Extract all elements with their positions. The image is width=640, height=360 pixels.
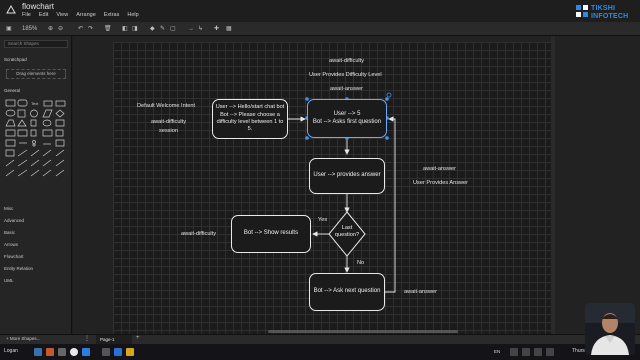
vertical-scrollbar[interactable] [551, 36, 555, 334]
edge-ask-next-to-ask-first [385, 116, 396, 293]
label-no[interactable]: No [357, 260, 364, 266]
window-title: flowchart [22, 2, 55, 11]
redo-icon[interactable]: ↷ [88, 24, 93, 34]
taskbar-user[interactable]: Logan [4, 348, 18, 354]
more-shapes-button[interactable]: + More Shapes... [6, 336, 40, 341]
category-arrows[interactable]: Arrows [4, 242, 18, 247]
selection-handle [385, 97, 389, 101]
label-await-answer-top[interactable]: await-answer [330, 86, 363, 92]
label-await-answer-right[interactable]: await-answer [423, 166, 456, 172]
drawio-app-icon [6, 5, 16, 14]
node-intro[interactable]: User --> Hello/start chat bot Bot --> Pl… [212, 99, 288, 139]
zoom-select[interactable]: 185% [22, 24, 46, 34]
label-await-answer-bottom[interactable]: await-answer [404, 289, 437, 295]
app-icon-1[interactable] [102, 348, 110, 356]
category-basic[interactable]: Basic [4, 230, 15, 235]
menu-bar: File Edit View Arrange Extras Help [22, 12, 139, 18]
table-icon[interactable]: ▦ [226, 24, 232, 34]
search-shapes-input[interactable]: Search Shapes [4, 40, 68, 48]
label-user-provides-difficulty[interactable]: User Provides Difficulty Level [309, 72, 382, 78]
to-back-icon[interactable]: ◨ [132, 24, 138, 34]
category-misc[interactable]: Misc [4, 206, 13, 211]
scratchpad-header[interactable]: Scratchpad [4, 57, 27, 62]
keyboard-language[interactable]: EN [494, 349, 500, 354]
label-await-difficulty-top[interactable]: await-difficulty [329, 58, 364, 64]
connection-icon[interactable]: → [188, 24, 194, 34]
os-taskbar: Logan EN Thursday [0, 344, 640, 360]
menu-view[interactable]: View [56, 12, 68, 18]
node-decision-text: Last question? [334, 225, 360, 239]
logo-mark-icon [576, 5, 588, 17]
shadow-icon[interactable]: ▢ [170, 24, 176, 34]
node-ask-first[interactable]: User --> 5 Bot --> Asks first question [307, 99, 387, 138]
zoom-out-icon[interactable]: ⊖ [58, 24, 63, 34]
node-provides-answer-text: User --> provides answer [313, 172, 381, 179]
selection-handle [385, 136, 389, 140]
node-show-results[interactable]: Bot --> Show results [231, 215, 311, 253]
logo-line2: INFOTECH [591, 13, 629, 20]
label-default-intent[interactable]: Default Welcome Intent [137, 103, 195, 109]
general-shapes-palette[interactable]: Text [5, 98, 67, 226]
category-flowchart[interactable]: Flowchart [4, 254, 24, 259]
horizontal-scrollbar[interactable] [268, 330, 458, 333]
chrome-icon[interactable] [70, 348, 78, 356]
page-tab-bar: + More Shapes... ⋮ Page-1 + [0, 334, 640, 345]
diagram-canvas[interactable]: User --> Hello/start chat bot Bot --> Pl… [73, 36, 640, 334]
file-manager-icon[interactable] [34, 348, 42, 356]
menu-extras[interactable]: Extras [104, 12, 120, 18]
menu-edit[interactable]: Edit [39, 12, 48, 18]
label-await-difficulty-session[interactable]: await-difficulty session [151, 118, 186, 136]
tray-icon-1[interactable] [510, 348, 518, 356]
node-ask-first-text: User --> 5 Bot --> Asks first question [312, 110, 382, 125]
node-ask-next-text: Bot --> Ask next question [313, 288, 381, 295]
selection-handle [305, 136, 309, 140]
node-intro-text: User --> Hello/start chat bot Bot --> Pl… [215, 104, 285, 133]
undo-icon[interactable]: ↶ [78, 24, 83, 34]
terminal-icon[interactable] [58, 348, 66, 356]
menu-help[interactable]: Help [127, 12, 138, 18]
category-advanced[interactable]: Advanced [4, 218, 24, 223]
drawio-taskbar-icon[interactable] [82, 348, 90, 356]
insert-icon[interactable]: ✚ [214, 24, 219, 34]
delete-icon[interactable]: 🗑 [104, 24, 112, 34]
vscode-icon[interactable] [114, 348, 122, 356]
shapes-sidebar: Search Shapes Scratchpad Drag elements h… [0, 36, 72, 334]
node-provides-answer[interactable]: User --> provides answer [309, 158, 385, 194]
toolbar: ▣ 185% ⊕ ⊖ ↶ ↷ 🗑 ◧ ◨ ◆ ✎ ▢ → ↳ ✚ ▦ [0, 22, 640, 36]
general-header[interactable]: General [4, 88, 20, 93]
tikshi-infotech-logo: TIKSHI INFOTECH [575, 3, 637, 23]
folder-icon[interactable] [126, 348, 134, 356]
logo-line1: TIKSHI [591, 5, 616, 12]
sidebar-toggle-icon[interactable]: ▣ [6, 24, 12, 34]
rotate-handle [386, 92, 392, 98]
label-yes[interactable]: Yes [318, 217, 327, 223]
scratchpad-drop-area[interactable]: Drag elements here [6, 69, 66, 79]
tray-icon-2[interactable] [522, 348, 530, 356]
svg-text:Text: Text [31, 101, 39, 106]
node-ask-next[interactable]: Bot --> Ask next question [309, 273, 385, 311]
tray-icon-3[interactable] [534, 348, 542, 356]
webcam-overlay [585, 303, 635, 355]
waypoints-icon[interactable]: ↳ [198, 24, 203, 34]
category-entity-relation[interactable]: Entity Relation [4, 266, 33, 271]
line-color-icon[interactable]: ✎ [160, 24, 165, 34]
label-await-difficulty-left[interactable]: await-difficulty [181, 231, 216, 237]
page-menu-icon[interactable]: ⋮ [84, 335, 90, 342]
fill-color-icon[interactable]: ◆ [150, 24, 155, 34]
menu-arrange[interactable]: Arrange [76, 12, 96, 18]
tray-icon-4[interactable] [546, 348, 554, 356]
to-front-icon[interactable]: ◧ [122, 24, 128, 34]
category-uml[interactable]: UML [4, 278, 14, 283]
zoom-in-icon[interactable]: ⊕ [48, 24, 53, 34]
label-user-provides-answer[interactable]: User Provides Answer [413, 180, 468, 186]
node-show-results-text: Bot --> Show results [243, 230, 299, 237]
browser-icon[interactable] [46, 348, 54, 356]
add-page-icon[interactable]: + [136, 335, 140, 341]
title-bar: flowchart File Edit View Arrange Extras … [0, 0, 640, 22]
menu-file[interactable]: File [22, 12, 31, 18]
